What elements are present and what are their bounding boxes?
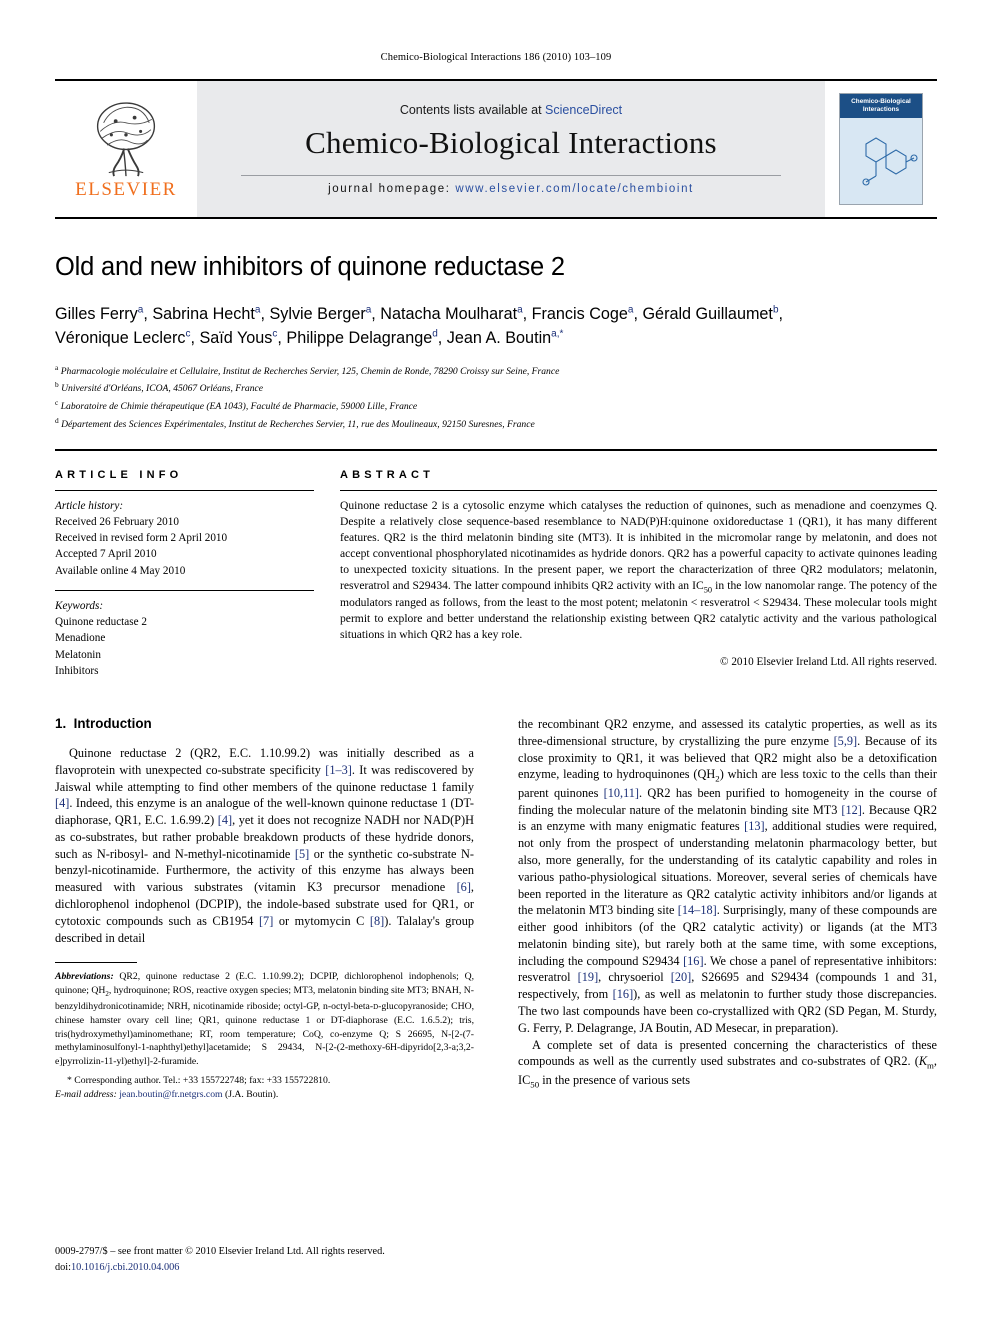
author-corresponding[interactable]: Jean A. Boutina,* [447,329,564,347]
abstract-heading: ABSTRACT [340,468,435,481]
affiliation-list: a Pharmacologie moléculaire et Cellulair… [55,362,937,433]
email-owner: (J.A. Boutin). [225,1088,279,1100]
author-affil-mark: a [517,304,523,316]
author-affil-mark: c [185,328,191,340]
sciencedirect-link[interactable]: ScienceDirect [545,103,622,117]
author-list: Gilles Ferrya, Sabrina Hechta, Sylvie Be… [55,304,783,348]
journal-homepage-bar: journal homepage: www.elsevier.com/locat… [240,175,782,195]
page-title: Old and new inhibitors of quinone reduct… [55,253,565,281]
abstract-copyright: © 2010 Elsevier Ireland Ltd. All rights … [720,656,937,669]
author-affil-mark: a [254,304,261,316]
email-label: E-mail address: [55,1088,117,1100]
author: Francis Cogea [531,304,634,323]
author-affil-mark: a [365,304,372,316]
author: Véronique Leclercc [55,328,191,348]
author-affil-mark: a [627,304,634,316]
section-heading-introduction: 1. Introduction [55,716,152,731]
elsevier-tree-icon [96,102,156,177]
history-item: Received 26 February 2010 [55,515,179,528]
keywords-label: Keywords: [55,599,104,612]
divider [55,489,314,491]
introduction-paragraph-1: Quinone reductase 2 (QR2, E.C. 1.10.99.2… [55,746,475,945]
author-affil-mark: b [772,304,779,316]
author-affil-mark: a,* [551,328,564,340]
author: Gilles Ferrya [55,304,144,323]
author: Saïd Yousc [199,328,278,348]
article-history: Article history: Received 26 February 20… [55,498,314,579]
elsevier-logo: ELSEVIER [55,81,197,217]
body-column-left: 1. Introduction Quinone reductase 2 (QR2… [55,716,474,1102]
history-item: Received in revised form 2 April 2010 [55,532,228,545]
journal-title: Chemico-Biological Interactions [305,125,717,160]
section-divider [55,448,937,451]
keywords-block: Keywords: Quinone reductase 2 Menadione … [55,598,314,679]
article-page: Chemico-Biological Interactions 186 (201… [0,0,992,1323]
footnote-divider [55,962,137,964]
author: Natacha Moulharata [380,304,523,323]
corresponding-author-note: * Corresponding author. Tel.: +33 155722… [55,1074,331,1100]
author-affil-mark: a [137,304,144,316]
doi-line: doi:10.1016/j.cbi.2010.04.006 [55,1261,180,1273]
author: Philippe Delagranged [286,328,438,348]
history-item: Accepted 7 April 2010 [55,548,157,561]
introduction-paragraph-3: A complete set of data is presented conc… [518,1037,937,1090]
page-footer: 0009-2797/$ – see front matter © 2010 El… [55,1244,385,1275]
cover-title: Chemico-Biological Interactions [840,94,922,118]
abstract-text: Quinone reductase 2 is a cytosolic enzym… [340,498,937,642]
homepage-label: journal homepage: [328,183,451,195]
keyword-item: Inhibitors [55,664,99,677]
elsevier-wordmark: ELSEVIER [75,179,177,200]
history-item: Available online 4 May 2010 [55,564,186,577]
affiliation-item: d Département des Sciences Expérimentale… [55,415,535,431]
affiliation-item: c Laboratoire de Chimie thérapeutique (E… [55,398,418,413]
cover-image: Chemico-Biological Interactions [839,93,923,205]
keyword-item: Melatonin [55,648,101,661]
author: Gérald Guillaumetb [642,304,779,323]
journal-masthead: ELSEVIER Contents lists available at Sci… [55,79,937,219]
journal-cover-thumbnail: Chemico-Biological Interactions [825,81,937,217]
running-head: Chemico-Biological Interactions 186 (201… [380,52,612,63]
homepage-url-link[interactable]: www.elsevier.com/locate/chembioint [455,183,693,195]
body-columns: 1. Introduction Quinone reductase 2 (QR2… [55,716,937,1102]
author-affil-mark: c [272,328,278,340]
divider [55,589,314,591]
info-abstract-block: ARTICLE INFO Article history: Received 2… [55,469,937,690]
abbreviations-footnote: Abbreviations: QR2, quinone reductase 2 … [55,970,474,1068]
abbreviations-label: Abbreviations: [55,971,114,983]
keyword-item: Quinone reductase 2 [55,616,147,629]
article-info-column: ARTICLE INFO Article history: Received 2… [55,469,314,690]
affiliation-item: a Pharmacologie moléculaire et Cellulair… [55,362,560,377]
abstract-column: ABSTRACT Quinone reductase 2 is a cytoso… [340,469,937,690]
abbreviations-text: QR2, quinone reductase 2 (E.C. 1.10.99.2… [55,971,474,1068]
author: Sabrina Hechta [152,304,261,323]
email-link[interactable]: jean.boutin@fr.netgrs.com [119,1089,222,1100]
issn-copyright-line: 0009-2797/$ – see front matter © 2010 El… [55,1246,385,1258]
article-info-heading: ARTICLE INFO [55,468,183,481]
author-affil-mark: d [432,328,438,340]
doi-link[interactable]: 10.1016/j.cbi.2010.04.006 [71,1262,179,1273]
author: Sylvie Bergera [269,304,372,323]
article-history-label: Article history: [55,499,124,512]
affiliation-item: b Université d'Orléans, ICOA, 45067 Orlé… [55,380,264,395]
introduction-paragraph-2: the recombinant QR2 enzyme, and assessed… [518,717,938,1035]
cover-molecule-icon [862,137,918,186]
cover-artwork [840,118,922,204]
body-column-right: the recombinant QR2 enzyme, and assessed… [518,716,937,1102]
contents-available-line: Contents lists available at ScienceDirec… [400,103,622,117]
contents-prefix: Contents lists available at [399,103,546,117]
keyword-item: Menadione [55,632,106,645]
divider [340,489,937,491]
masthead-center: Contents lists available at ScienceDirec… [197,81,825,217]
